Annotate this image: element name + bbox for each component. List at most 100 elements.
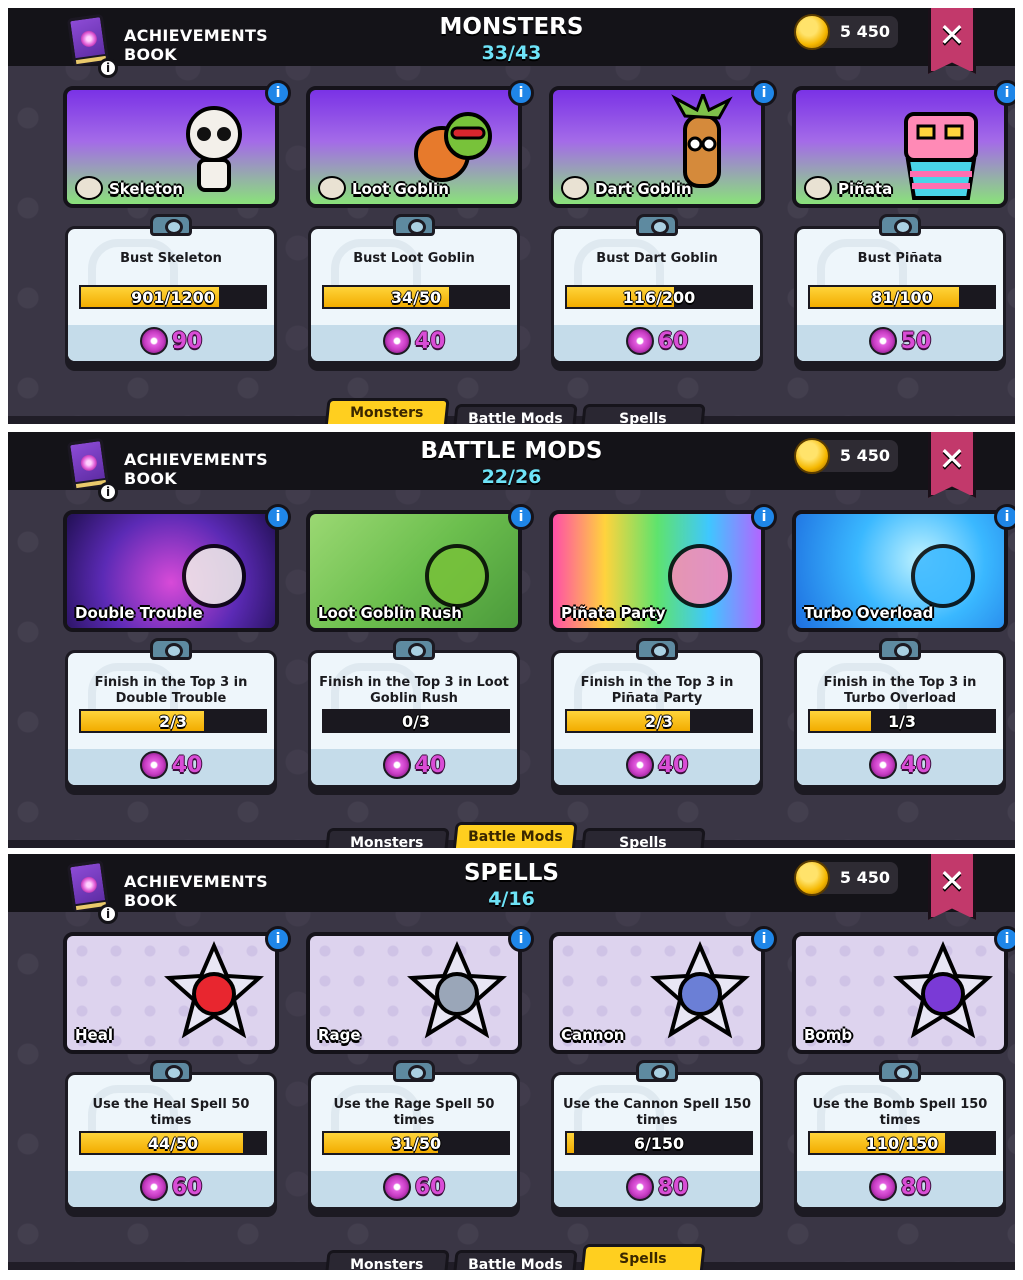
- info-icon[interactable]: i: [508, 80, 534, 106]
- achievement-task-card: Bust Piñata 81/100 50: [794, 226, 1006, 364]
- achievement-card[interactable]: Loot Goblin: [306, 86, 522, 208]
- reward-value: 60: [657, 328, 689, 354]
- progress-bar: 116/200: [565, 285, 753, 309]
- tab-battle-mods[interactable]: Battle Mods: [452, 822, 578, 848]
- achievement-card[interactable]: Loot Goblin Rush: [306, 510, 522, 632]
- achievement-card[interactable]: Cannon: [549, 932, 765, 1054]
- coin-balance: 5 450: [794, 860, 898, 896]
- reward-value: 40: [657, 752, 689, 778]
- card-name: Turbo Overload: [804, 604, 934, 622]
- progress-text: 1/3: [887, 712, 917, 731]
- achievement-task-card: Use the Cannon Spell 150 times 6/150 80: [551, 1072, 763, 1210]
- tab-monsters[interactable]: Monsters: [324, 828, 450, 848]
- clip-icon: [393, 1060, 435, 1082]
- reward-value: 60: [171, 1174, 203, 1200]
- card-mini-icon: [318, 176, 346, 200]
- card-name: Bomb: [804, 1026, 853, 1044]
- achievement-task-card: Bust Loot Goblin 34/50 40: [308, 226, 520, 364]
- achievement-card[interactable]: Skeleton: [63, 86, 279, 208]
- achievement-task-card: Finish in the Top 3 in Loot Goblin Rush 0…: [308, 650, 520, 788]
- tab-label: Monsters: [350, 835, 424, 848]
- card-mini-icon: [804, 176, 832, 200]
- clip-icon: [879, 214, 921, 236]
- info-icon[interactable]: i: [508, 926, 534, 952]
- gem-icon: [625, 1173, 654, 1201]
- progress-bar: 901/1200: [79, 285, 267, 309]
- tab-spells[interactable]: Spells: [580, 1244, 706, 1270]
- progress-text: 901/1200: [131, 288, 215, 307]
- progress-text: 2/3: [158, 712, 188, 731]
- progress-bar: 1/3: [808, 709, 996, 733]
- card-name: Dart Goblin: [595, 180, 692, 198]
- progress-text: 110/150: [865, 1134, 939, 1153]
- card-name: Piñata Party: [561, 604, 666, 622]
- info-icon[interactable]: i: [751, 926, 777, 952]
- task-description: Bust Skeleton: [120, 251, 222, 266]
- task-description: Bust Dart Goblin: [596, 251, 718, 266]
- reward-value: 90: [171, 328, 203, 354]
- info-icon[interactable]: i: [994, 80, 1015, 106]
- info-icon[interactable]: i: [265, 80, 291, 106]
- achievement-card[interactable]: Heal: [63, 932, 279, 1054]
- gem-icon: [382, 1173, 411, 1201]
- tab-label: Battle Mods: [467, 1257, 563, 1270]
- achievement-task-card: Finish in the Top 3 in Double Trouble 2/3…: [65, 650, 277, 788]
- card-name: Rage: [318, 1026, 361, 1044]
- progress-text: 31/50: [390, 1134, 442, 1153]
- achievement-card[interactable]: Rage: [306, 932, 522, 1054]
- info-icon[interactable]: i: [508, 504, 534, 530]
- info-icon[interactable]: i: [994, 504, 1015, 530]
- progress-text: 44/50: [147, 1134, 199, 1153]
- progress-bar: 44/50: [79, 1131, 267, 1155]
- task-description: Use the Heal Spell 50 times: [92, 1097, 250, 1128]
- card-name: Skeleton: [109, 180, 184, 198]
- progress-bar: 31/50: [322, 1131, 510, 1155]
- info-icon[interactable]: i: [265, 504, 291, 530]
- tab-label: Monsters: [350, 405, 424, 421]
- achievement-card[interactable]: Dart Goblin: [549, 86, 765, 208]
- achievement-card[interactable]: Double Trouble: [63, 510, 279, 632]
- achievements-panel-battle-mods: i ACHIEVEMENTS BOOK BATTLE MODS 22/26 5 450 ✕…: [8, 432, 1015, 848]
- progress-text: 0/3: [401, 712, 431, 731]
- tab-monsters[interactable]: Monsters: [324, 398, 450, 424]
- progress-text: 34/50: [390, 288, 442, 307]
- tab-spells[interactable]: Spells: [580, 404, 706, 424]
- progress-text: 116/200: [622, 288, 696, 307]
- achievement-card[interactable]: Piñata: [792, 86, 1008, 208]
- gem-icon: [625, 751, 654, 779]
- task-description: Bust Piñata: [857, 251, 943, 266]
- info-icon[interactable]: i: [751, 80, 777, 106]
- tab-spells[interactable]: Spells: [580, 828, 706, 848]
- card-name: Piñata: [838, 180, 893, 198]
- achievement-task-card: Bust Skeleton 901/1200 90: [65, 226, 277, 364]
- coin-value: 5 450: [839, 868, 890, 887]
- reward-value: 80: [900, 1174, 932, 1200]
- tab-battle-mods[interactable]: Battle Mods: [452, 404, 578, 424]
- coin-value: 5 450: [839, 22, 890, 41]
- progress-text: 2/3: [644, 712, 674, 731]
- coin-balance: 5 450: [794, 14, 898, 50]
- tab-battle-mods[interactable]: Battle Mods: [452, 1250, 578, 1270]
- clip-icon: [636, 1060, 678, 1082]
- card-name: Heal: [75, 1026, 113, 1044]
- tab-monsters[interactable]: Monsters: [324, 1250, 450, 1270]
- achievement-card[interactable]: Turbo Overload: [792, 510, 1008, 632]
- reward: 60: [554, 327, 760, 357]
- achievement-task-card: Use the Heal Spell 50 times 44/50 60: [65, 1072, 277, 1210]
- coin-icon: [794, 438, 830, 474]
- info-icon[interactable]: i: [265, 926, 291, 952]
- coin-balance: 5 450: [794, 438, 898, 474]
- progress-bar: 6/150: [565, 1131, 753, 1155]
- achievement-card[interactable]: Bomb: [792, 932, 1008, 1054]
- clip-icon: [879, 638, 921, 660]
- info-icon[interactable]: i: [751, 504, 777, 530]
- info-icon[interactable]: i: [994, 926, 1015, 952]
- progress-bar: 81/100: [808, 285, 996, 309]
- reward-value: 40: [414, 752, 446, 778]
- achievement-card[interactable]: Piñata Party: [549, 510, 765, 632]
- gem-icon: [139, 751, 168, 779]
- tab-label: Battle Mods: [467, 411, 563, 424]
- tab-label: Battle Mods: [467, 829, 563, 845]
- gem-icon: [382, 327, 411, 355]
- task-description: Finish in the Top 3 in Piñata Party: [580, 675, 734, 706]
